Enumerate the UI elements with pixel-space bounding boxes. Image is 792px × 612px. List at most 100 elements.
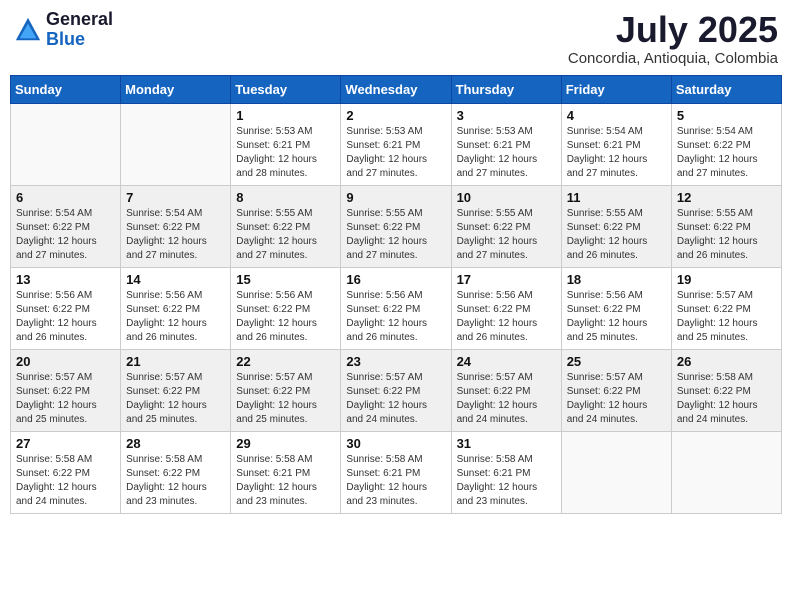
- calendar-day-cell: 19Sunrise: 5:57 AM Sunset: 6:22 PM Dayli…: [671, 267, 781, 349]
- calendar-day-cell: 15 Sunrise: 5:56 AM Sunset: 6:22 PM Dayli…: [231, 267, 341, 349]
- day-number: 13: [16, 272, 115, 287]
- day-info: Sunrise: 5:56 AM Sunset: 6:22 PM Dayligh…: [236, 289, 335, 345]
- day-number: 29: [236, 436, 335, 451]
- day-number: 20: [16, 354, 115, 369]
- calendar-day-cell: 4 Sunrise: 5:54 AM Sunset: 6:21 PM Daylig…: [561, 103, 671, 185]
- page-header: General Blue July 2025 Concordia, Antioq…: [10, 10, 782, 67]
- day-info: Sunrise: 5:56 AM Sunset: 6:22 PM Dayligh…: [126, 289, 225, 345]
- calendar-day-cell: [11, 103, 121, 185]
- day-number: 9: [346, 190, 445, 205]
- day-info: Sunrise: 5:58 AM Sunset: 6:21 PM Dayligh…: [346, 453, 445, 509]
- day-info: Sunrise: 5:58 AM Sunset: 6:21 PM Dayligh…: [457, 453, 556, 509]
- day-info: Sunrise: 5:57 AM Sunset: 6:22 PM Dayligh…: [236, 371, 335, 427]
- location-subtitle: Concordia, Antioquia, Colombia: [568, 50, 778, 67]
- day-info: Sunrise: 5:56 AM Sunset: 6:22 PM Dayligh…: [567, 289, 666, 345]
- calendar-day-cell: 31Sunrise: 5:58 AM Sunset: 6:21 PM Dayli…: [451, 431, 561, 513]
- calendar-table: SundayMondayTuesdayWednesdayThursdayFrid…: [10, 75, 782, 514]
- day-info: Sunrise: 5:57 AM Sunset: 6:22 PM Dayligh…: [567, 371, 666, 427]
- calendar-day-cell: 16 Sunrise: 5:56 AM Sunset: 6:22 PM Dayli…: [341, 267, 451, 349]
- day-number: 2: [346, 108, 445, 123]
- calendar-day-cell: 11Sunrise: 5:55 AM Sunset: 6:22 PM Dayli…: [561, 185, 671, 267]
- calendar-header-tuesday: Tuesday: [231, 75, 341, 103]
- day-number: 16: [346, 272, 445, 287]
- calendar-header-monday: Monday: [121, 75, 231, 103]
- day-info: Sunrise: 5:55 AM Sunset: 6:22 PM Dayligh…: [677, 207, 776, 263]
- logo: General Blue: [14, 10, 113, 50]
- calendar-day-cell: 8 Sunrise: 5:55 AM Sunset: 6:22 PM Daylig…: [231, 185, 341, 267]
- calendar-header-wednesday: Wednesday: [341, 75, 451, 103]
- day-number: 3: [457, 108, 556, 123]
- day-info: Sunrise: 5:57 AM Sunset: 6:22 PM Dayligh…: [346, 371, 445, 427]
- day-number: 17: [457, 272, 556, 287]
- day-number: 10: [457, 190, 556, 205]
- calendar-day-cell: 21Sunrise: 5:57 AM Sunset: 6:22 PM Dayli…: [121, 349, 231, 431]
- calendar-week-row: 1 Sunrise: 5:53 AM Sunset: 6:21 PM Daylig…: [11, 103, 782, 185]
- day-info: Sunrise: 5:57 AM Sunset: 6:22 PM Dayligh…: [16, 371, 115, 427]
- calendar-week-row: 20 Sunrise: 5:57 AM Sunset: 6:22 PM Dayli…: [11, 349, 782, 431]
- day-number: 8: [236, 190, 335, 205]
- day-number: 27: [16, 436, 115, 451]
- calendar-day-cell: 26 Sunrise: 5:58 AM Sunset: 6:22 PM Dayli…: [671, 349, 781, 431]
- calendar-day-cell: 23 Sunrise: 5:57 AM Sunset: 6:22 PM Dayli…: [341, 349, 451, 431]
- day-info: Sunrise: 5:54 AM Sunset: 6:22 PM Dayligh…: [677, 125, 776, 181]
- day-number: 5: [677, 108, 776, 123]
- calendar-week-row: 27 Sunrise: 5:58 AM Sunset: 6:22 PM Dayli…: [11, 431, 782, 513]
- calendar-day-cell: [121, 103, 231, 185]
- calendar-day-cell: 30 Sunrise: 5:58 AM Sunset: 6:21 PM Dayli…: [341, 431, 451, 513]
- calendar-day-cell: 18 Sunrise: 5:56 AM Sunset: 6:22 PM Dayli…: [561, 267, 671, 349]
- day-info: Sunrise: 5:57 AM Sunset: 6:22 PM Dayligh…: [126, 371, 225, 427]
- calendar-day-cell: 10Sunrise: 5:55 AM Sunset: 6:22 PM Dayli…: [451, 185, 561, 267]
- calendar-week-row: 13 Sunrise: 5:56 AM Sunset: 6:22 PM Dayli…: [11, 267, 782, 349]
- day-number: 30: [346, 436, 445, 451]
- calendar-header-friday: Friday: [561, 75, 671, 103]
- calendar-header-saturday: Saturday: [671, 75, 781, 103]
- day-number: 4: [567, 108, 666, 123]
- calendar-day-cell: 7Sunrise: 5:54 AM Sunset: 6:22 PM Daylig…: [121, 185, 231, 267]
- calendar-day-cell: 5 Sunrise: 5:54 AM Sunset: 6:22 PM Daylig…: [671, 103, 781, 185]
- calendar-header-thursday: Thursday: [451, 75, 561, 103]
- calendar-day-cell: 6Sunrise: 5:54 AM Sunset: 6:22 PM Daylig…: [11, 185, 121, 267]
- calendar-day-cell: 25 Sunrise: 5:57 AM Sunset: 6:22 PM Dayli…: [561, 349, 671, 431]
- day-info: Sunrise: 5:54 AM Sunset: 6:21 PM Dayligh…: [567, 125, 666, 181]
- calendar-week-row: 6 Sunrise: 5:54 AM Sunset: 6:22 PM Daylig…: [11, 185, 782, 267]
- calendar-day-cell: 14 Sunrise: 5:56 AM Sunset: 6:22 PM Dayli…: [121, 267, 231, 349]
- day-info: Sunrise: 5:56 AM Sunset: 6:22 PM Dayligh…: [16, 289, 115, 345]
- day-number: 23: [346, 354, 445, 369]
- day-number: 18: [567, 272, 666, 287]
- logo-blue: Blue: [46, 29, 85, 49]
- day-number: 26: [677, 354, 776, 369]
- calendar-header-sunday: Sunday: [11, 75, 121, 103]
- day-number: 25: [567, 354, 666, 369]
- day-number: 24: [457, 354, 556, 369]
- day-info: Sunrise: 5:56 AM Sunset: 6:22 PM Dayligh…: [346, 289, 445, 345]
- calendar-day-cell: 29 Sunrise: 5:58 AM Sunset: 6:21 PM Dayli…: [231, 431, 341, 513]
- day-number: 1: [236, 108, 335, 123]
- day-info: Sunrise: 5:53 AM Sunset: 6:21 PM Dayligh…: [457, 125, 556, 181]
- day-number: 6: [16, 190, 115, 205]
- day-info: Sunrise: 5:58 AM Sunset: 6:21 PM Dayligh…: [236, 453, 335, 509]
- day-info: Sunrise: 5:57 AM Sunset: 6:22 PM Dayligh…: [677, 289, 776, 345]
- calendar-day-cell: 20 Sunrise: 5:57 AM Sunset: 6:22 PM Dayli…: [11, 349, 121, 431]
- day-info: Sunrise: 5:53 AM Sunset: 6:21 PM Dayligh…: [236, 125, 335, 181]
- day-number: 15: [236, 272, 335, 287]
- day-info: Sunrise: 5:54 AM Sunset: 6:22 PM Dayligh…: [126, 207, 225, 263]
- day-number: 28: [126, 436, 225, 451]
- logo-icon: [14, 16, 42, 44]
- day-info: Sunrise: 5:55 AM Sunset: 6:22 PM Dayligh…: [346, 207, 445, 263]
- logo-general: General: [46, 9, 113, 29]
- day-number: 14: [126, 272, 225, 287]
- day-info: Sunrise: 5:58 AM Sunset: 6:22 PM Dayligh…: [677, 371, 776, 427]
- day-number: 11: [567, 190, 666, 205]
- calendar-day-cell: 1 Sunrise: 5:53 AM Sunset: 6:21 PM Daylig…: [231, 103, 341, 185]
- calendar-day-cell: [561, 431, 671, 513]
- logo-text: General Blue: [46, 10, 113, 50]
- calendar-day-cell: 9 Sunrise: 5:55 AM Sunset: 6:22 PM Daylig…: [341, 185, 451, 267]
- day-info: Sunrise: 5:56 AM Sunset: 6:22 PM Dayligh…: [457, 289, 556, 345]
- day-number: 22: [236, 354, 335, 369]
- calendar-day-cell: [671, 431, 781, 513]
- calendar-day-cell: 17 Sunrise: 5:56 AM Sunset: 6:22 PM Dayli…: [451, 267, 561, 349]
- day-info: Sunrise: 5:58 AM Sunset: 6:22 PM Dayligh…: [126, 453, 225, 509]
- day-info: Sunrise: 5:57 AM Sunset: 6:22 PM Dayligh…: [457, 371, 556, 427]
- calendar-day-cell: 12Sunrise: 5:55 AM Sunset: 6:22 PM Dayli…: [671, 185, 781, 267]
- day-info: Sunrise: 5:55 AM Sunset: 6:22 PM Dayligh…: [236, 207, 335, 263]
